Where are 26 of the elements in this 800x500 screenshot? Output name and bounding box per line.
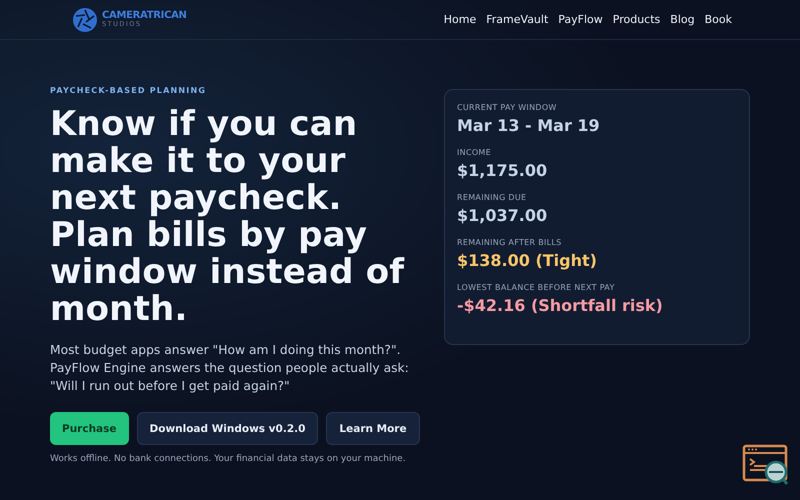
action-button[interactable]: Download Windows v0.2.0 bbox=[136, 412, 318, 445]
metric-label: INCOME bbox=[457, 148, 492, 157]
brand-name: CAMERATRICAN bbox=[102, 11, 187, 22]
nav-link[interactable]: Book bbox=[704, 13, 732, 26]
metric-value: $138.00 (Tight) bbox=[457, 251, 598, 270]
nav-link[interactable]: FrameVault bbox=[486, 13, 548, 26]
metric-label: REMAINING DUE bbox=[457, 193, 528, 202]
browser-search-icon[interactable] bbox=[742, 444, 790, 486]
nav-link[interactable]: Home bbox=[444, 13, 476, 26]
privacy-note: Works offline. No bank connections. Your financial data stays on your machine. bbox=[50, 454, 407, 464]
metric-value: Mar 13 - Mar 19 bbox=[457, 116, 601, 135]
action-button[interactable]: Learn More bbox=[326, 412, 420, 445]
hero-heading: Know if you can make it to your next paycheck. Plan bills by pay window instead of month. bbox=[50, 106, 406, 328]
purchase-button[interactable]: Purchase bbox=[50, 412, 129, 445]
metric-label: CURRENT PAY WINDOW bbox=[457, 103, 558, 112]
nav-link[interactable]: PayFlow bbox=[558, 13, 603, 26]
metric-value: $1,037.00 bbox=[457, 206, 548, 225]
metric-value: $1,175.00 bbox=[457, 161, 548, 180]
aperture-logo-icon bbox=[72, 6, 98, 32]
metric-value: -$42.16 (Shortfall risk) bbox=[457, 296, 664, 315]
eyebrow-label: PAYCHECK-BASED PLANNING bbox=[50, 86, 208, 95]
nav-link[interactable]: Products bbox=[612, 13, 660, 26]
hero-description: Most budget apps answer "How am I doing this month?". PayFlow Engine answers the question people actually ask: "Will I run out before I get paid again?" bbox=[50, 342, 410, 395]
metric-label: REMAINING AFTER BILLS bbox=[457, 238, 563, 247]
nav-link[interactable]: Blog bbox=[670, 13, 695, 26]
metric-label: LOWEST BALANCE BEFORE NEXT PAY bbox=[457, 283, 616, 292]
